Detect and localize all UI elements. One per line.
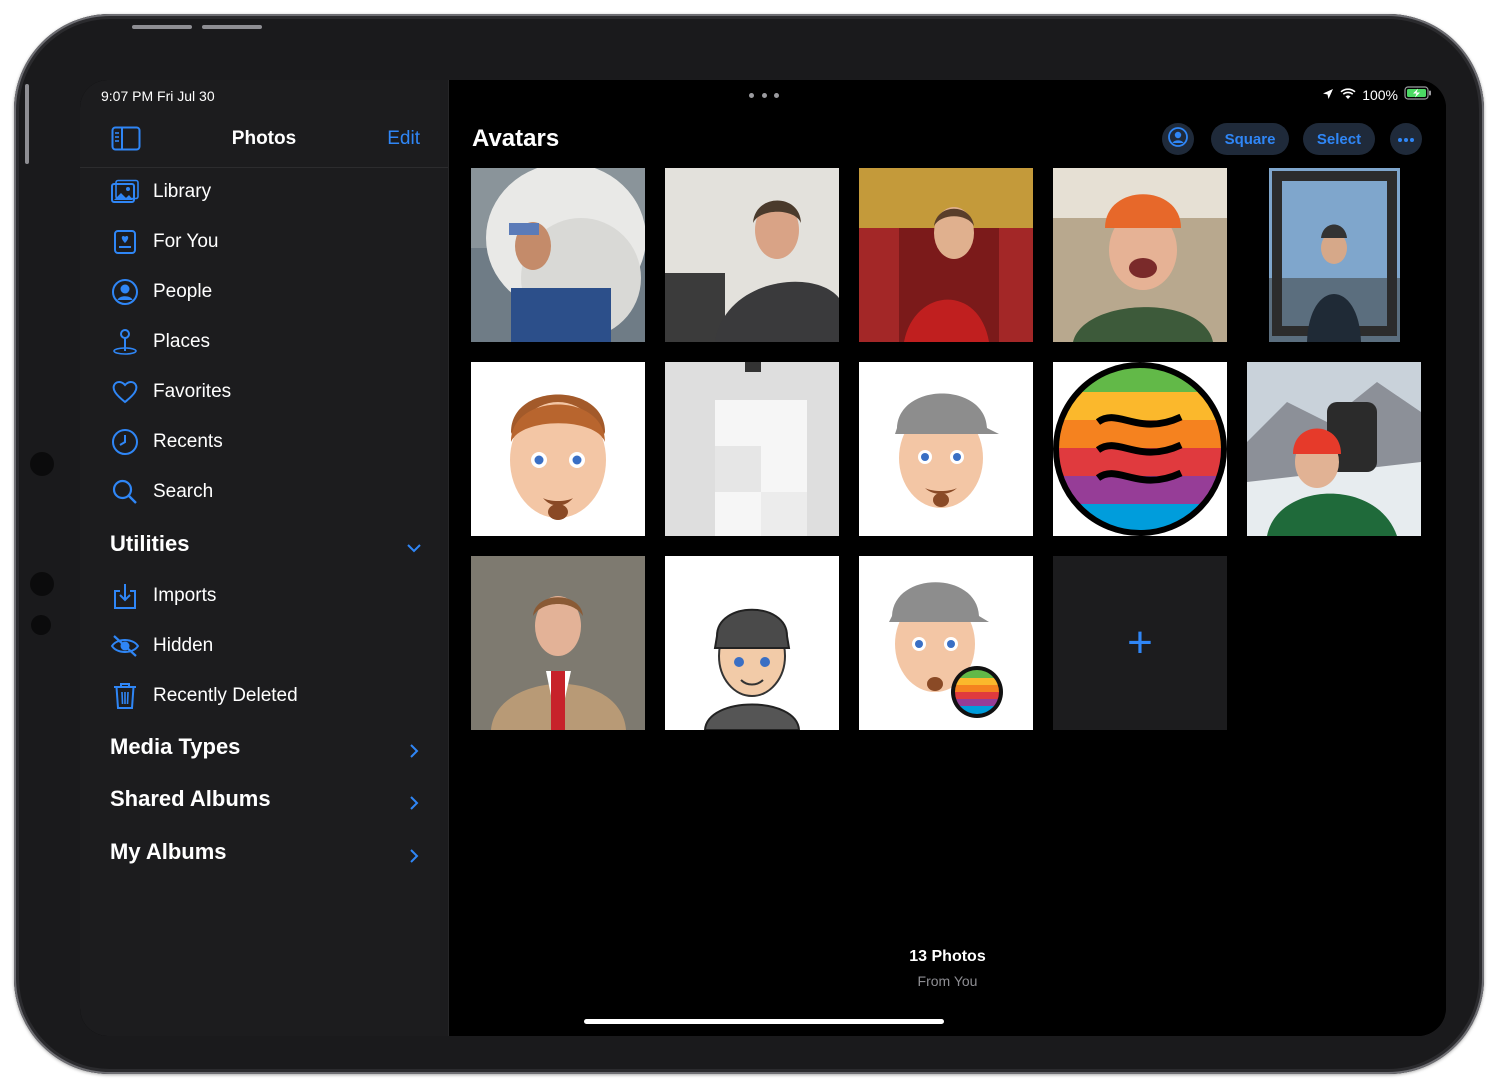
photo-thumbnail[interactable] xyxy=(665,168,839,342)
sidebar-item-for-you[interactable]: For You xyxy=(108,222,219,262)
add-photo-button[interactable]: + xyxy=(1053,556,1227,730)
placeholder-thumbnail[interactable] xyxy=(665,362,839,536)
sidebar-item-recents[interactable]: Recents xyxy=(108,422,223,462)
chevron-right-icon xyxy=(406,844,422,863)
logo-thumbnail[interactable] xyxy=(1053,362,1227,536)
utilities-section-header[interactable]: Utilities xyxy=(110,526,422,562)
sidebar-item-hidden[interactable]: Hidden xyxy=(108,626,213,666)
map-pin-icon xyxy=(108,325,142,359)
sidebar-item-imports[interactable]: Imports xyxy=(108,576,216,616)
photo-thumbnail[interactable] xyxy=(471,556,645,730)
sidebar-item-label: Hidden xyxy=(153,635,214,656)
home-indicator[interactable] xyxy=(584,1019,944,1024)
sidebar-item-label: Library xyxy=(153,181,212,202)
my-albums-section[interactable]: My Albums xyxy=(110,834,422,870)
photo-thumbnail[interactable] xyxy=(1247,168,1421,342)
status-time: 9:07 PM Fri Jul 30 xyxy=(101,88,215,104)
sidebar-item-search[interactable]: Search xyxy=(108,472,213,512)
wifi-icon xyxy=(1340,87,1356,103)
chevron-down-icon xyxy=(406,536,422,553)
memoji-thumbnail[interactable] xyxy=(859,556,1033,730)
sidebar-item-label: Recently Deleted xyxy=(153,685,298,706)
more-options-button[interactable] xyxy=(1390,123,1422,155)
trash-icon xyxy=(108,679,142,713)
sidebar-item-people[interactable]: People xyxy=(108,272,212,312)
select-button[interactable]: Select xyxy=(1303,123,1375,155)
ipad-frame: 9:07 PM Fri Jul 30 Photos Edit Library F… xyxy=(14,14,1484,1074)
shared-albums-section[interactable]: Shared Albums xyxy=(110,781,422,817)
sidebar-item-places[interactable]: Places xyxy=(108,322,210,362)
sidebar-item-recently-deleted[interactable]: Recently Deleted xyxy=(108,676,298,716)
sidebar-header: Photos Edit xyxy=(80,118,448,160)
sidebar-item-favorites[interactable]: Favorites xyxy=(108,372,231,412)
battery-percent: 100% xyxy=(1362,86,1398,103)
person-crop-circle-icon xyxy=(1167,126,1189,153)
chevron-right-icon xyxy=(406,791,422,810)
memoji-thumbnail[interactable] xyxy=(471,362,645,536)
volume-button xyxy=(132,25,192,29)
photo-library-icon xyxy=(108,175,142,209)
divider xyxy=(80,167,448,168)
person-circle-icon xyxy=(108,275,142,309)
chevron-right-icon xyxy=(406,739,422,758)
bitmoji-thumbnail[interactable] xyxy=(665,556,839,730)
media-types-section[interactable]: Media Types xyxy=(110,729,422,765)
sidebar-item-label: Imports xyxy=(153,585,217,606)
section-label: Shared Albums xyxy=(110,786,271,811)
ellipsis-icon xyxy=(1397,130,1415,148)
for-you-icon xyxy=(108,225,142,259)
clock-icon xyxy=(108,425,142,459)
sidebar-item-label: People xyxy=(153,281,213,302)
sidebar-item-label: For You xyxy=(153,231,219,252)
photo-thumbnail[interactable] xyxy=(471,168,645,342)
screen: 9:07 PM Fri Jul 30 Photos Edit Library F… xyxy=(80,80,1446,1036)
import-icon xyxy=(108,579,142,613)
section-label: Utilities xyxy=(110,531,190,556)
power-button xyxy=(25,84,29,164)
camera-lens xyxy=(30,572,54,596)
photo-thumbnail[interactable] xyxy=(1053,168,1227,342)
location-arrow-icon xyxy=(1322,87,1334,103)
section-label: Media Types xyxy=(110,734,241,759)
status-right: 100% xyxy=(1322,86,1432,103)
memoji-thumbnail[interactable] xyxy=(859,362,1033,536)
battery-charging-icon xyxy=(1404,86,1432,103)
people-filter-button[interactable] xyxy=(1162,123,1194,155)
album-title: Avatars xyxy=(472,125,560,152)
square-toggle-button[interactable]: Square xyxy=(1211,123,1289,155)
sidebar-item-label: Search xyxy=(153,481,214,502)
sidebar-item-label: Places xyxy=(153,331,211,352)
multitasking-dots-icon[interactable] xyxy=(749,93,779,99)
album-view: 100% Avatars Square Select + 13 Photos F… xyxy=(449,80,1446,1036)
section-label: My Albums xyxy=(110,839,227,864)
photo-thumbnail[interactable] xyxy=(859,168,1033,342)
photo-source: From You xyxy=(917,973,978,989)
camera-lens xyxy=(30,452,54,476)
eye-slash-icon xyxy=(108,629,142,663)
camera-lens xyxy=(31,615,51,635)
photo-count: 13 Photos xyxy=(909,948,986,965)
sidebar-item-library[interactable]: Library xyxy=(108,172,211,212)
photo-thumbnail[interactable] xyxy=(1247,362,1421,536)
volume-button xyxy=(202,25,262,29)
edit-button[interactable]: Edit xyxy=(387,128,420,150)
sidebar: 9:07 PM Fri Jul 30 Photos Edit Library F… xyxy=(80,80,449,1036)
heart-icon xyxy=(108,375,142,409)
search-icon xyxy=(108,475,142,509)
sidebar-item-label: Favorites xyxy=(153,381,232,402)
sidebar-item-label: Recents xyxy=(153,431,223,452)
